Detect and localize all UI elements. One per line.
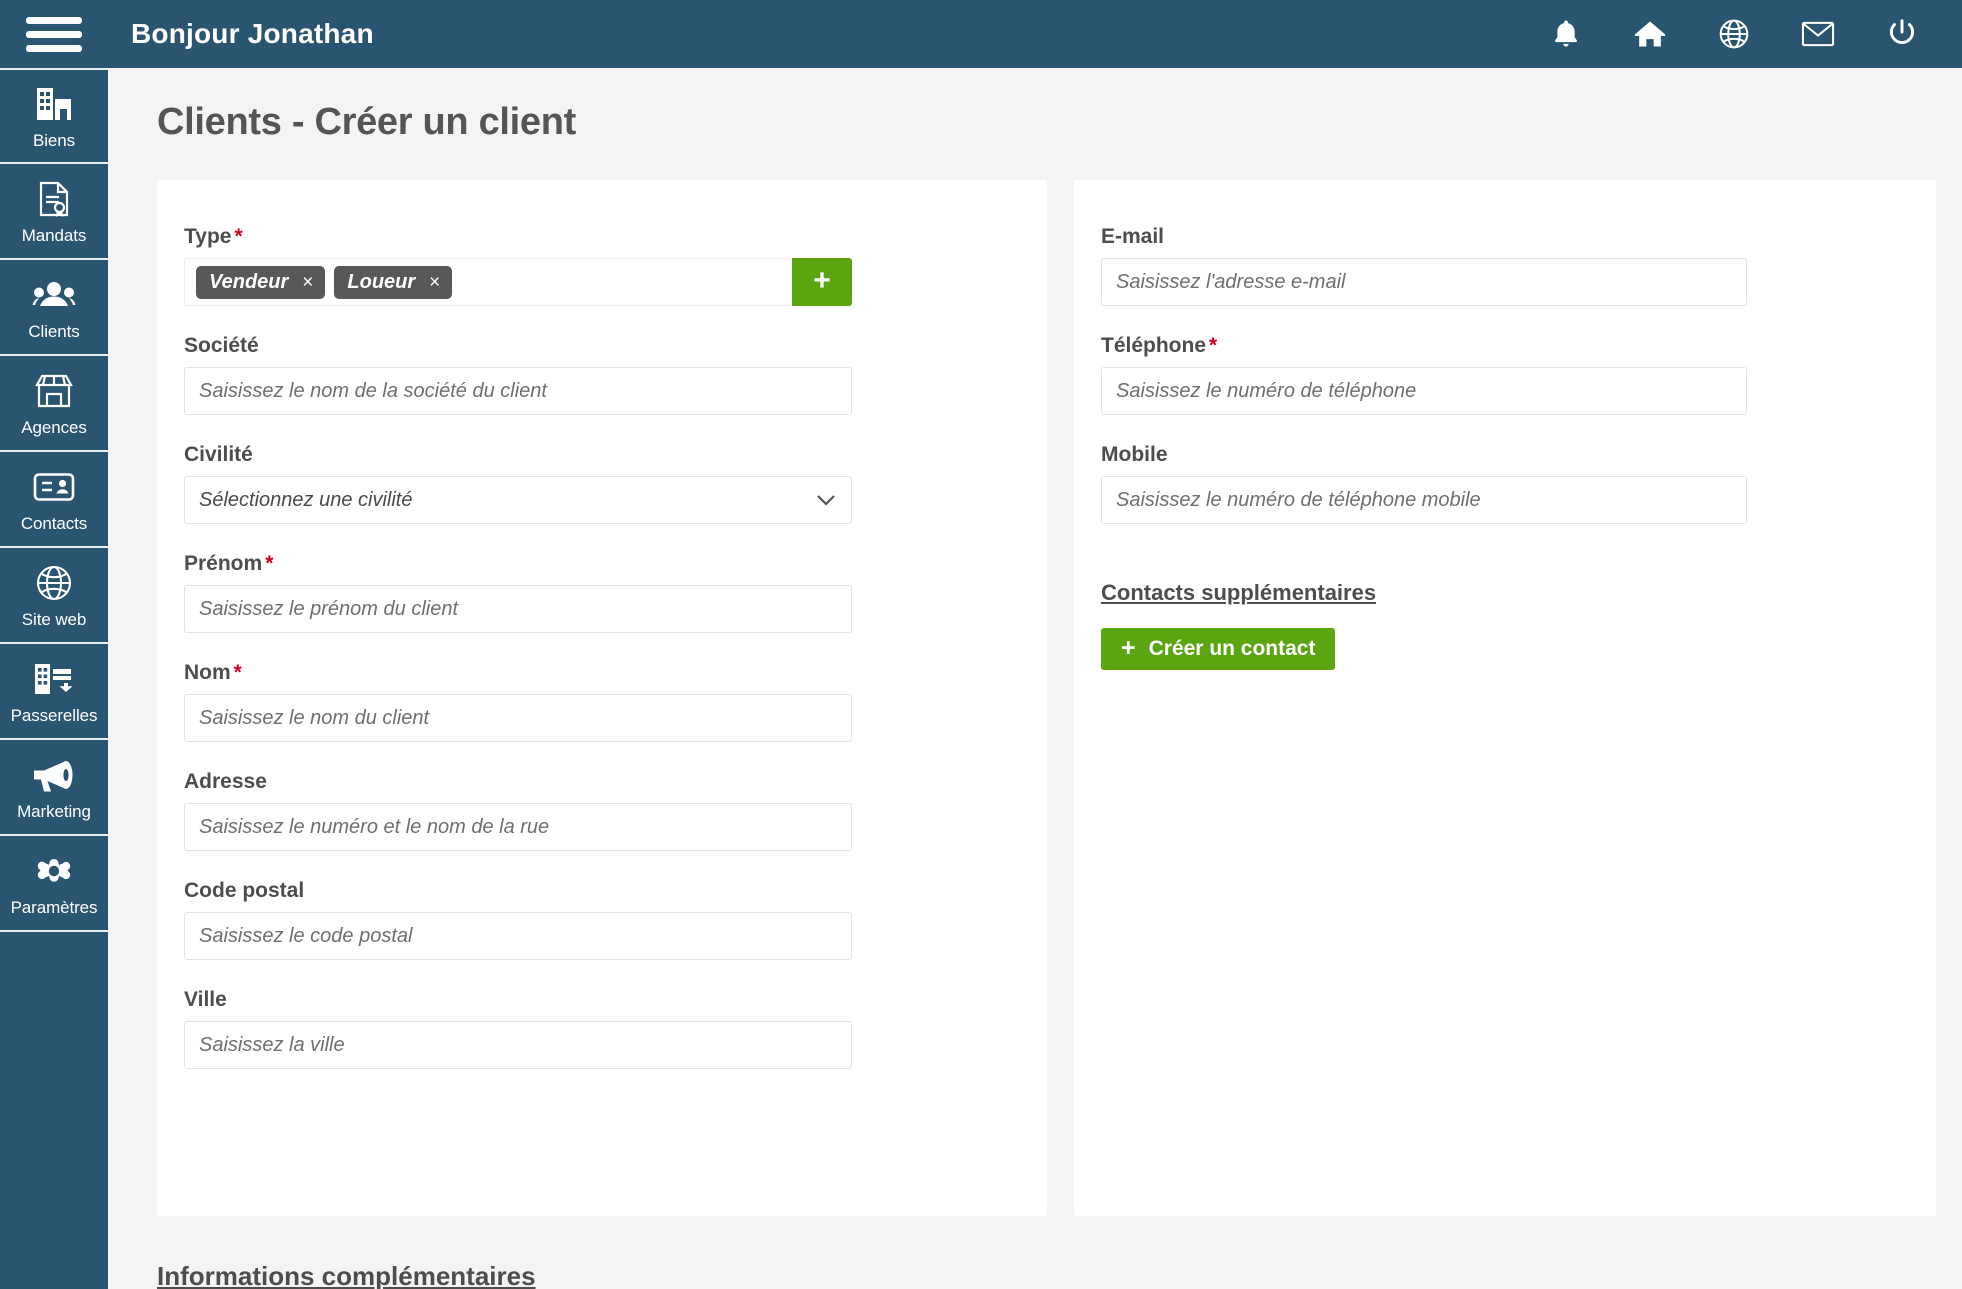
notifications-icon[interactable] <box>1546 14 1586 54</box>
field-ville: Ville <box>184 988 1047 1069</box>
type-tag-input[interactable]: Vendeur × Loueur × + <box>184 258 852 306</box>
plus-icon: + <box>813 263 831 297</box>
adresse-input[interactable] <box>184 803 852 851</box>
prenom-input[interactable] <box>184 585 852 633</box>
tag-label: Vendeur <box>209 270 289 293</box>
required-marker: * <box>1209 334 1218 357</box>
field-nom: Nom * <box>184 661 1047 742</box>
form-cards-row: Type * Vendeur × Loueur × + Société Sais… <box>157 180 1962 1216</box>
email-input[interactable] <box>1101 258 1747 306</box>
sidebar-item-label: Marketing <box>17 802 91 821</box>
main-content-area: Clients - Créer un client Type * Vendeur … <box>108 68 1962 1289</box>
field-nom-label: Nom * <box>184 661 242 684</box>
certificate-document-icon <box>37 178 71 220</box>
globe-icon[interactable] <box>1714 14 1754 54</box>
type-tag-list[interactable]: Vendeur × Loueur × <box>184 258 792 306</box>
plus-icon: + <box>1121 633 1136 662</box>
globe-icon <box>35 562 73 604</box>
societe-input[interactable] <box>184 367 852 415</box>
top-header-bar: Bonjour Jonathan <box>0 0 1962 68</box>
home-icon[interactable] <box>1630 14 1670 54</box>
greeting-text: Bonjour Jonathan <box>131 18 374 49</box>
civilite-select[interactable]: Sélectionnez une civilité <box>184 476 852 524</box>
megaphone-icon <box>32 754 76 796</box>
tag-label: Loueur <box>347 270 416 293</box>
sidebar-item-biens[interactable]: Biens <box>0 68 108 164</box>
sidebar-item-passerelles[interactable]: Passerelles <box>0 644 108 740</box>
field-adresse-label: Adresse <box>184 770 267 793</box>
hamburger-menu-icon[interactable] <box>0 0 108 68</box>
field-prenom: Prénom * <box>184 552 1047 633</box>
people-group-icon <box>32 274 76 316</box>
sidebar-item-label: Mandats <box>21 226 87 245</box>
mobile-input[interactable] <box>1101 476 1747 524</box>
sidebar-item-label: Contacts <box>20 514 88 533</box>
sidebar-item-mandats[interactable]: Mandats <box>0 164 108 260</box>
mail-icon[interactable] <box>1798 14 1838 54</box>
field-civilite-label: Civilité <box>184 443 253 466</box>
hamburger-bar <box>26 16 82 24</box>
power-icon[interactable] <box>1882 14 1922 54</box>
type-tag-loueur[interactable]: Loueur × <box>334 265 453 299</box>
id-card-icon <box>33 466 75 508</box>
sidebar-item-marketing[interactable]: Marketing <box>0 740 108 836</box>
sidebar-item-label: Agences <box>21 418 87 437</box>
nom-input[interactable] <box>184 694 852 742</box>
sidebar-item-label: Passerelles <box>10 706 98 725</box>
sidebar-item-agences[interactable]: Agences <box>0 356 108 452</box>
sidebar-item-clients[interactable]: Clients <box>0 260 108 356</box>
type-tag-vendeur[interactable]: Vendeur × <box>196 265 326 299</box>
field-civilite: Civilité Sélectionnez une civilité <box>184 443 1047 524</box>
field-prenom-label: Prénom * <box>184 552 274 575</box>
informations-complementaires-heading[interactable]: Informations complémentaires <box>157 1261 536 1289</box>
tag-remove-icon[interactable]: × <box>429 273 440 292</box>
hamburger-bar <box>26 30 82 38</box>
sidebar-item-site-web[interactable]: Site web <box>0 548 108 644</box>
additional-contacts-block: Contacts supplémentaires + Créer un cont… <box>1101 552 1936 670</box>
field-code-postal-label: Code postal <box>184 879 305 902</box>
client-identity-card: Type * Vendeur × Loueur × + Société Sais… <box>157 180 1047 1216</box>
create-contact-button[interactable]: + Créer un contact <box>1101 628 1336 670</box>
storefront-icon <box>34 370 74 412</box>
telephone-input[interactable] <box>1101 367 1747 415</box>
contacts-supplementaires-link[interactable]: Contacts supplémentaires <box>1101 580 1376 606</box>
field-ville-label: Ville <box>184 988 227 1011</box>
create-contact-label: Créer un contact <box>1148 637 1316 660</box>
field-telephone: Téléphone * <box>1101 334 1936 415</box>
sidebar-item-label: Biens <box>32 131 76 150</box>
field-code-postal: Code postal <box>184 879 1047 960</box>
field-societe-label: Société <box>184 334 259 357</box>
building-transfer-icon <box>32 658 76 700</box>
field-type-label: Type * <box>184 225 243 248</box>
field-type: Type * Vendeur × Loueur × + <box>184 225 1047 306</box>
add-type-button[interactable]: + <box>792 258 852 306</box>
field-email-label: E-mail <box>1101 225 1165 248</box>
sidebar-item-contacts[interactable]: Contacts <box>0 452 108 548</box>
gear-icon <box>35 850 73 892</box>
required-marker: * <box>265 552 274 575</box>
tag-remove-icon[interactable]: × <box>302 273 313 292</box>
header-icon-group <box>1546 14 1962 54</box>
code-postal-input[interactable] <box>184 912 852 960</box>
required-marker: * <box>234 225 243 248</box>
client-contact-card: E-mail Téléphone* Mobile Contacts supplé… <box>1074 180 1936 1216</box>
field-mobile-label: Mobile <box>1101 443 1168 466</box>
field-adresse: Adresse <box>184 770 1047 851</box>
field-mobile: Mobile <box>1101 443 1936 524</box>
main-sidebar: Biens Mandats Clients Agences Contacts S… <box>0 68 108 1289</box>
page-title: Clients - Créer un client <box>157 101 577 143</box>
sidebar-item-label: Paramètres <box>10 898 98 917</box>
sidebar-item-label: Site web <box>21 610 87 629</box>
field-email: E-mail <box>1101 225 1936 306</box>
sidebar-item-parametres[interactable]: Paramètres <box>0 836 108 932</box>
field-telephone-label: Téléphone * <box>1101 334 1218 357</box>
ville-input[interactable] <box>184 1021 852 1069</box>
sidebar-item-label: Clients <box>28 322 80 341</box>
field-societe: Société <box>184 334 1047 415</box>
required-marker: * <box>233 661 242 684</box>
building-icon <box>34 83 74 125</box>
hamburger-bar <box>26 44 82 52</box>
